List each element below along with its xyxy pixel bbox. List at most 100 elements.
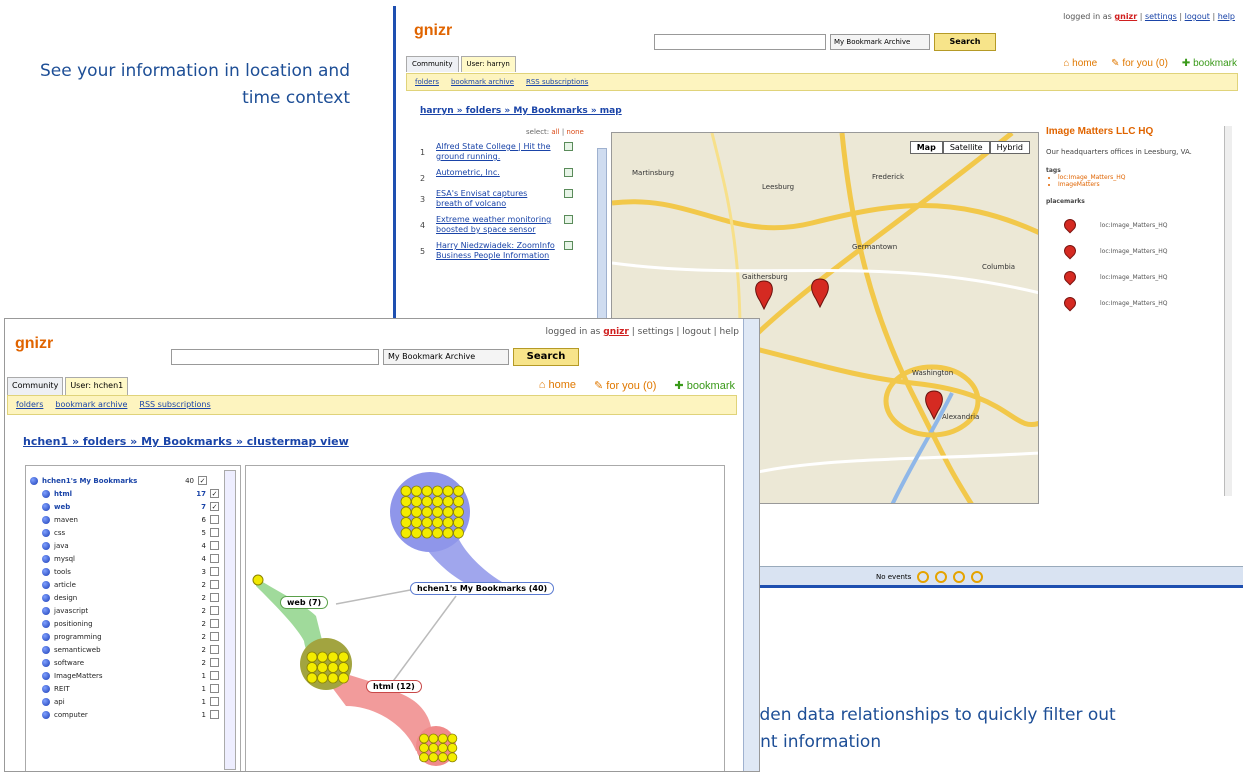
bookmark-archive-link[interactable]: bookmark archive (55, 400, 127, 410)
bookmark-title-link[interactable]: Alfred State College | Hit the ground ru… (436, 142, 556, 162)
tree-item-checkbox[interactable] (210, 710, 219, 719)
bookmark-link[interactable]: ✚ bookmark (674, 379, 735, 392)
rss-link[interactable]: RSS subscriptions (139, 400, 210, 410)
map-button[interactable]: Map (909, 141, 943, 154)
tree-item-checkbox[interactable] (210, 580, 219, 589)
tree-item-checkbox[interactable]: ✓ (198, 476, 207, 485)
logo[interactable]: gnizr (15, 335, 53, 353)
tab-user[interactable]: User: harryn (460, 56, 516, 72)
tree-scrollbar[interactable] (224, 470, 236, 770)
tree-item[interactable]: computer 1 (30, 708, 240, 721)
info-scrollbar[interactable] (1224, 126, 1232, 496)
hybrid-button[interactable]: Hybrid (989, 141, 1030, 154)
tree-item[interactable]: semanticweb 2 (30, 643, 240, 656)
tree-item[interactable]: api 1 (30, 695, 240, 708)
tree-item-checkbox[interactable] (210, 658, 219, 667)
tab-user[interactable]: User: hchen1 (65, 377, 129, 395)
tab-community[interactable]: Community (7, 377, 64, 395)
tree-item-checkbox[interactable] (210, 515, 219, 524)
tree-item[interactable]: tools 3 (30, 565, 240, 578)
logo[interactable]: gnizr (414, 22, 452, 40)
rss-link[interactable]: RSS subscriptions (526, 78, 588, 86)
tree-item[interactable]: css 5 (30, 526, 240, 539)
tree-item-checkbox[interactable] (210, 606, 219, 615)
help-link[interactable]: help (720, 327, 739, 337)
tree-item-checkbox[interactable] (210, 528, 219, 537)
tree-item[interactable]: ImageMatters 1 (30, 669, 240, 682)
tag-link[interactable]: ImageMatters (1058, 181, 1224, 188)
folders-link[interactable]: folders (415, 78, 439, 86)
user-link[interactable]: gnizr (603, 327, 629, 337)
tree-item[interactable]: html 17 ✓ (30, 487, 240, 500)
satellite-button[interactable]: Satellite (942, 141, 990, 154)
bookmark-checkbox[interactable] (564, 215, 573, 224)
list-scrollbar[interactable] (597, 148, 607, 338)
bookmark-link[interactable]: ✚ bookmark (1182, 58, 1237, 69)
tree-item[interactable]: software 2 (30, 656, 240, 669)
tree-item-checkbox[interactable] (210, 593, 219, 602)
home-link[interactable]: ⌂ home (539, 379, 576, 392)
tree-item[interactable]: article 2 (30, 578, 240, 591)
tree-item-checkbox[interactable] (210, 567, 219, 576)
for-you-link[interactable]: ✎ for you (0) (594, 379, 656, 392)
tree-item[interactable]: javascript 2 (30, 604, 240, 617)
logout-link[interactable]: logout (1185, 12, 1210, 21)
search-input[interactable] (654, 34, 826, 50)
cluster-label-main[interactable]: hchen1's My Bookmarks (40) (410, 582, 555, 595)
placemark-item[interactable]: loc:Image_Matters_HQ (1061, 268, 1224, 286)
tree-item-checkbox[interactable] (210, 697, 219, 706)
search-button[interactable]: Search (934, 33, 996, 51)
tree-item[interactable]: positioning 2 (30, 617, 240, 630)
tree-item[interactable]: hchen1's My Bookmarks 40 ✓ (30, 474, 240, 487)
tree-item[interactable]: java 4 (30, 539, 240, 552)
help-link[interactable]: help (1218, 12, 1235, 21)
tree-item-checkbox[interactable] (210, 671, 219, 680)
tree-item-checkbox[interactable] (210, 619, 219, 628)
bookmark-checkbox[interactable] (564, 189, 573, 198)
tree-item[interactable]: web 7 ✓ (30, 500, 240, 513)
select-none-link[interactable]: none (566, 128, 583, 136)
search-scope-select[interactable]: My Bookmark Archive (830, 34, 930, 50)
placemark-item[interactable]: loc:Image_Matters_HQ (1061, 294, 1224, 312)
tree-item[interactable]: maven 6 (30, 513, 240, 526)
tree-item-checkbox[interactable] (210, 541, 219, 550)
for-you-link[interactable]: ✎ for you (0) (1111, 58, 1168, 69)
bookmark-title-link[interactable]: Autometric, Inc. (436, 168, 556, 178)
settings-link[interactable]: settings (638, 327, 674, 337)
tree-item[interactable]: mysql 4 (30, 552, 240, 565)
tree-item[interactable]: programming 2 (30, 630, 240, 643)
tree-item[interactable]: design 2 (30, 591, 240, 604)
search-scope-select[interactable]: My Bookmark Archive (383, 349, 509, 365)
search-button[interactable]: Search (513, 348, 579, 366)
tag-link[interactable]: loc:Image_Matters_HQ (1058, 174, 1224, 181)
tree-item-checkbox[interactable] (210, 684, 219, 693)
settings-link[interactable]: settings (1145, 12, 1177, 21)
tree-item[interactable]: REIT 1 (30, 682, 240, 695)
bookmark-checkbox[interactable] (564, 142, 573, 151)
bookmark-title-link[interactable]: Extreme weather monitoring boosted by sp… (436, 215, 556, 235)
page-scrollbar[interactable] (743, 319, 759, 771)
placemark-item[interactable]: loc:Image_Matters_HQ (1061, 216, 1224, 234)
bookmark-checkbox[interactable] (564, 168, 573, 177)
home-link[interactable]: ⌂ home (1063, 58, 1097, 69)
bookmark-archive-link[interactable]: bookmark archive (451, 78, 514, 86)
tab-community[interactable]: Community (406, 56, 459, 72)
tree-item-checkbox[interactable] (210, 632, 219, 641)
logout-link[interactable]: logout (682, 327, 710, 337)
tree-item-checkbox[interactable] (210, 554, 219, 563)
cluster-label-web[interactable]: web (7) (280, 596, 329, 609)
tree-item-checkbox[interactable]: ✓ (210, 502, 219, 511)
tree-item-checkbox[interactable] (210, 645, 219, 654)
cluster-label-html[interactable]: html (12) (366, 680, 422, 693)
bookmark-title-link[interactable]: Harry Niedzwiadek: ZoomInfo Business Peo… (436, 241, 556, 261)
breadcrumb[interactable]: harryn » folders » My Bookmarks » map (420, 106, 622, 116)
placemark-item[interactable]: loc:Image_Matters_HQ (1061, 242, 1224, 260)
breadcrumb[interactable]: hchen1 » folders » My Bookmarks » cluste… (23, 435, 349, 448)
bookmark-checkbox[interactable] (564, 241, 573, 250)
tree-item-checkbox[interactable]: ✓ (210, 489, 219, 498)
folders-link[interactable]: folders (16, 400, 43, 410)
search-input[interactable] (171, 349, 379, 365)
clustermap-view[interactable]: hchen1's My Bookmarks (40) web (7) html … (245, 465, 725, 771)
bookmark-title-link[interactable]: ESA's Envisat captures breath of volcano (436, 189, 556, 209)
select-all-link[interactable]: all (551, 128, 559, 136)
